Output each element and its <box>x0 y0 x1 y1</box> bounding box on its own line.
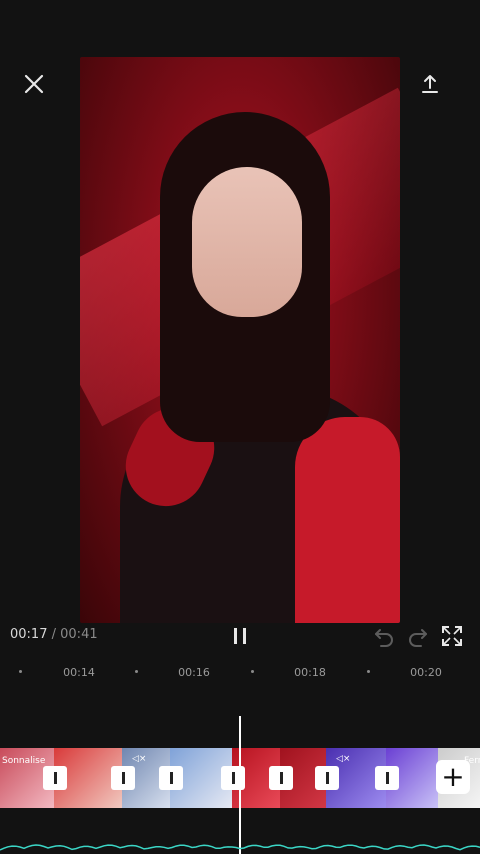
performer-sleeve <box>295 417 400 623</box>
muted-icon: ◁× <box>132 754 147 764</box>
transition-button[interactable] <box>269 766 293 790</box>
muted-icon: ◁× <box>336 754 351 764</box>
current-time: 00:17 <box>10 627 48 642</box>
fullscreen-icon <box>442 626 462 646</box>
audio-waveform[interactable] <box>0 838 480 854</box>
transition-icon <box>325 772 329 784</box>
redo-icon <box>409 629 427 647</box>
transition-icon <box>385 772 389 784</box>
tick-label: 00:18 <box>294 666 326 679</box>
performer-face <box>192 167 302 317</box>
tick-dot <box>367 670 370 673</box>
add-clip-button[interactable]: + <box>436 760 470 794</box>
transition-button[interactable] <box>221 766 245 790</box>
time-separator: / <box>51 627 56 642</box>
redo-button[interactable] <box>406 624 430 648</box>
top-bar <box>0 0 480 58</box>
pause-icon <box>234 628 246 644</box>
tick-label: 00:14 <box>63 666 95 679</box>
transition-button[interactable] <box>375 766 399 790</box>
transition-button[interactable] <box>315 766 339 790</box>
tick-label: 00:16 <box>178 666 210 679</box>
transition-icon <box>231 772 235 784</box>
fullscreen-button[interactable] <box>440 624 466 648</box>
tick-dot <box>19 670 22 673</box>
transition-button[interactable] <box>111 766 135 790</box>
transition-icon <box>279 772 283 784</box>
close-icon <box>24 74 44 94</box>
transition-button[interactable] <box>159 766 183 790</box>
tick-dot <box>251 670 254 673</box>
transition-icon <box>169 772 173 784</box>
upload-icon <box>422 75 438 93</box>
tick-label: 00:20 <box>410 666 442 679</box>
video-preview[interactable] <box>80 57 400 623</box>
pause-button[interactable] <box>225 622 255 650</box>
playhead[interactable] <box>239 716 241 854</box>
close-button[interactable] <box>16 66 52 102</box>
undo-button[interactable] <box>372 624 396 648</box>
transition-button[interactable] <box>43 766 67 790</box>
transition-icon <box>53 772 57 784</box>
export-button[interactable] <box>412 66 448 102</box>
clip-label: Sonnalise <box>2 756 46 766</box>
transition-icon <box>121 772 125 784</box>
tick-dot <box>135 670 138 673</box>
total-time: 00:41 <box>60 627 98 642</box>
time-readout: 00:17 / 00:41 <box>10 627 98 642</box>
plus-icon: + <box>441 760 465 793</box>
undo-icon <box>375 629 393 647</box>
